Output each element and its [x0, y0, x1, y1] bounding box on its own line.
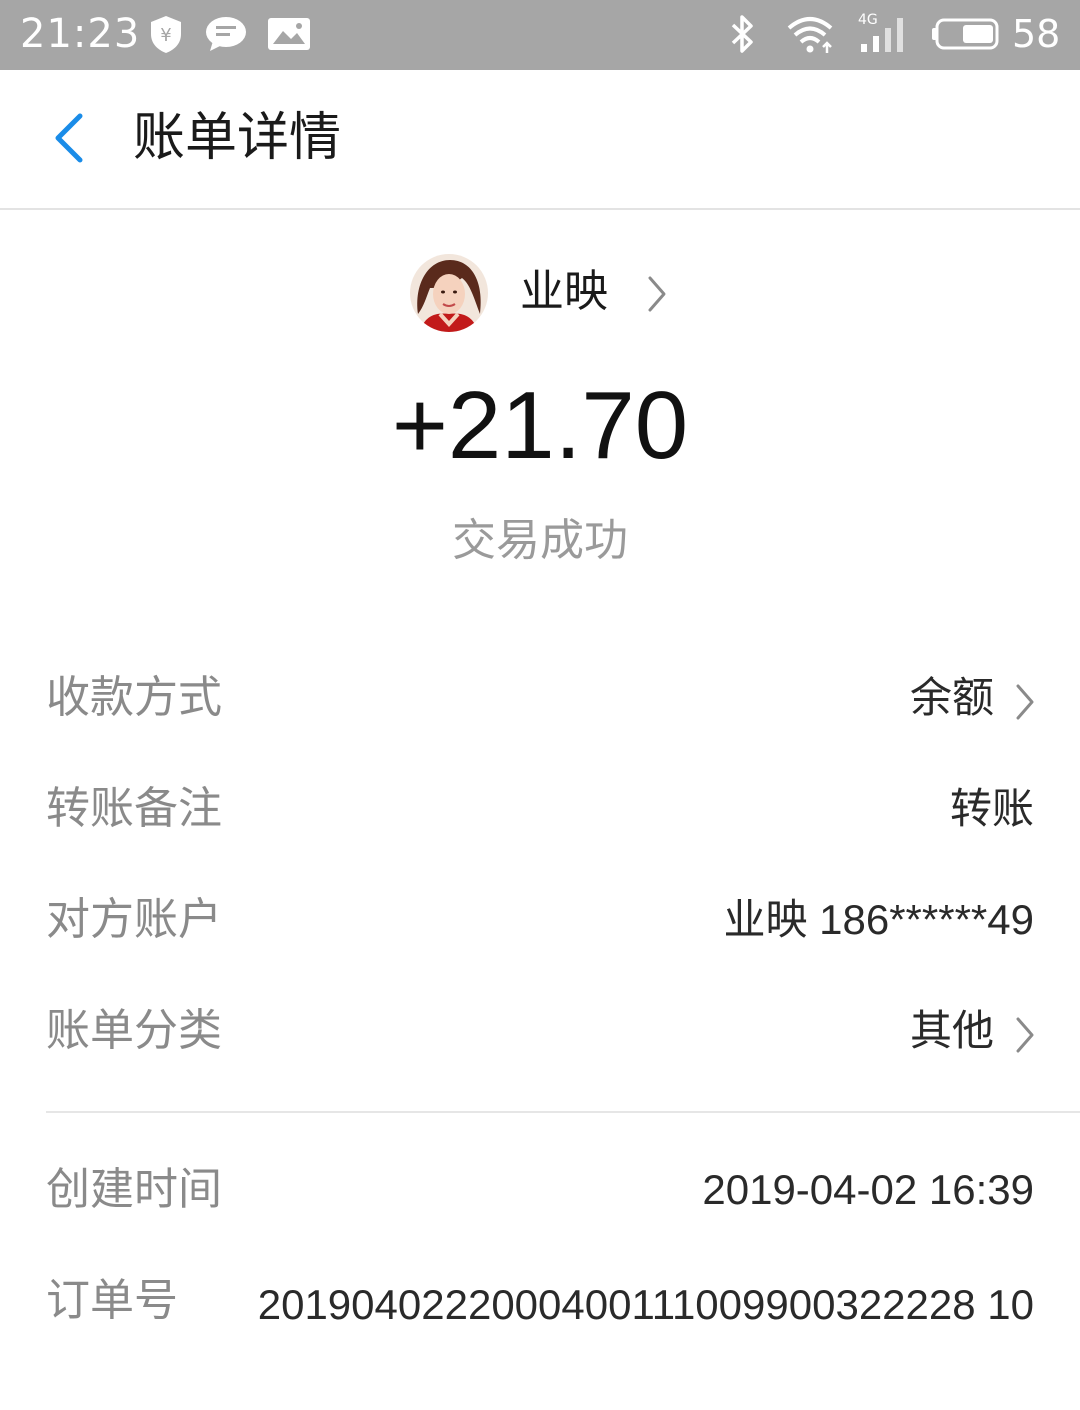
detail-value: 转账 — [949, 785, 1034, 832]
chevron-left-icon — [48, 110, 88, 170]
chevron-right-icon — [1012, 1015, 1038, 1059]
svg-text:¥: ¥ — [160, 25, 171, 46]
detail-row-payment-method[interactable]: 收款方式 余额 — [0, 648, 1080, 748]
status-time: 21:23 — [20, 11, 141, 57]
detail-label: 收款方式 — [46, 672, 222, 723]
detail-label: 账单分类 — [46, 1005, 222, 1056]
detail-value: 余额 — [909, 674, 994, 721]
avatar[interactable] — [410, 254, 488, 332]
image-notification-icon — [266, 14, 312, 54]
chevron-right-icon — [644, 274, 670, 318]
payer-name[interactable]: 业映 — [520, 264, 608, 320]
status-bar: 21:23 ¥ 4G 58 — [0, 0, 1080, 70]
transaction-status: 交易成功 — [452, 515, 628, 566]
battery-level: 58 — [1012, 12, 1061, 56]
detail-label: 创建时间 — [46, 1164, 222, 1215]
transaction-amount: +21.70 — [391, 372, 689, 479]
bluetooth-icon — [722, 14, 762, 54]
shield-yen-icon: ¥ — [146, 14, 186, 54]
detail-row-transfer-note: 转账备注 转账 — [0, 759, 1080, 859]
detail-row-counterparty-account: 对方账户 业映 186******49 — [0, 870, 1080, 970]
page-title: 账单详情 — [133, 108, 342, 168]
detail-value: 2019-04-02 16:39 — [702, 1166, 1034, 1213]
network-type-label: 4G — [858, 12, 878, 28]
battery-icon — [930, 14, 1002, 54]
detail-value: 业映 186******49 — [723, 896, 1034, 943]
detail-value: 其他 — [909, 1007, 994, 1054]
detail-label: 对方账户 — [46, 894, 222, 945]
message-icon — [204, 14, 248, 54]
detail-label: 订单号 — [46, 1275, 178, 1326]
detail-row-created-time: 创建时间 2019-04-02 16:39 — [0, 1140, 1080, 1240]
wifi-icon — [784, 14, 836, 54]
chevron-right-icon — [1012, 682, 1038, 726]
detail-label: 转账备注 — [46, 783, 222, 834]
divider — [46, 1111, 1080, 1113]
header: 账单详情 — [0, 70, 1080, 210]
back-button[interactable] — [38, 106, 98, 174]
payer-row[interactable]: 业映 — [0, 250, 1080, 340]
order-number-value: 2019040222000400111009900322228 10 — [257, 1281, 1034, 1328]
detail-row-bill-category[interactable]: 账单分类 其他 — [0, 981, 1080, 1081]
